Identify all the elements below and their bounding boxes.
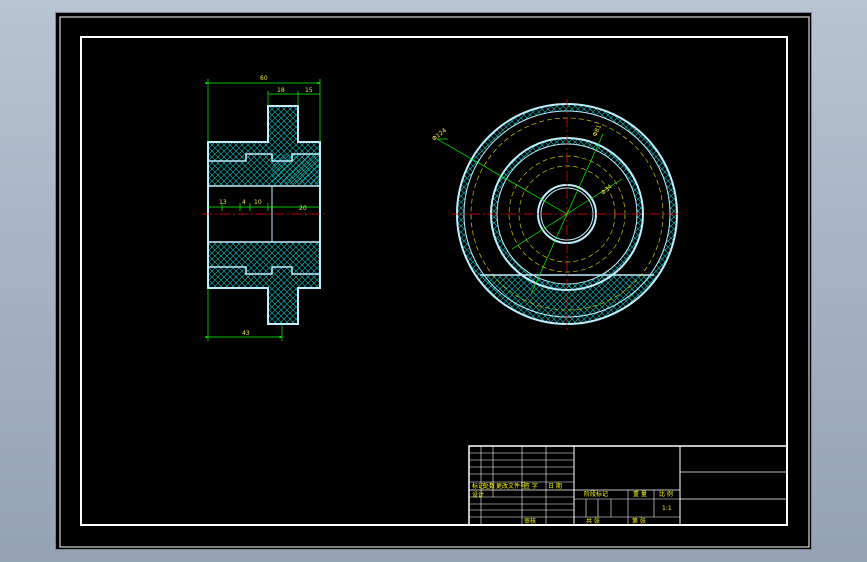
body-hatch-bottom (208, 242, 320, 288)
tb-sheet-index: 第 张 (632, 517, 646, 525)
hub-hatch-top (268, 106, 298, 142)
tb-sheet-total: 共 张 (586, 517, 600, 525)
section-view[interactable]: 60 18 15 13 4 10 20 43 (202, 75, 326, 341)
dim-bottom-length: 43 (242, 330, 250, 337)
sheet-border (59, 16, 810, 548)
dim-bore-d: 20 (299, 205, 307, 212)
dim-bore-b: 4 (242, 199, 246, 206)
dim-hub-step: 18 (277, 87, 285, 94)
tb-weight: 重 量 (633, 490, 647, 498)
tb-stage-mark: 阶段标记 (584, 490, 608, 498)
dim-bore-c: 10 (254, 199, 262, 206)
tb-date: 日 期 (548, 482, 562, 490)
tb-review: 审核 (524, 517, 536, 525)
title-block-labels: 标记 处数 更改文件号 签 字 日 期 设计 审核 阶段标记 重 量 比 例 1… (472, 482, 673, 525)
tb-change-doc: 更改文件号 (496, 482, 526, 490)
dim-bore-a: 13 (219, 199, 227, 206)
end-view[interactable]: Φ124 Φ81 Φ34 (431, 99, 682, 331)
tb-scale-value: 1:1 (662, 505, 672, 512)
dim-overall-length: 60 (260, 75, 268, 82)
hub-hatch-bottom (268, 288, 298, 324)
dim-hub-right: 15 (305, 87, 313, 94)
tb-count: 处数 (483, 482, 495, 490)
tb-scale-label: 比 例 (659, 490, 673, 498)
cad-viewport[interactable]: 60 18 15 13 4 10 20 43 Φ124 Φ81 Φ34 标记 处… (55, 12, 812, 550)
drawing-canvas[interactable]: 60 18 15 13 4 10 20 43 Φ124 Φ81 Φ34 标记 处… (56, 13, 813, 551)
tb-sign: 签 字 (524, 482, 538, 490)
drawing-frame (80, 36, 788, 526)
keyway-hatch-top (272, 154, 320, 184)
tb-design: 设计 (472, 491, 484, 499)
